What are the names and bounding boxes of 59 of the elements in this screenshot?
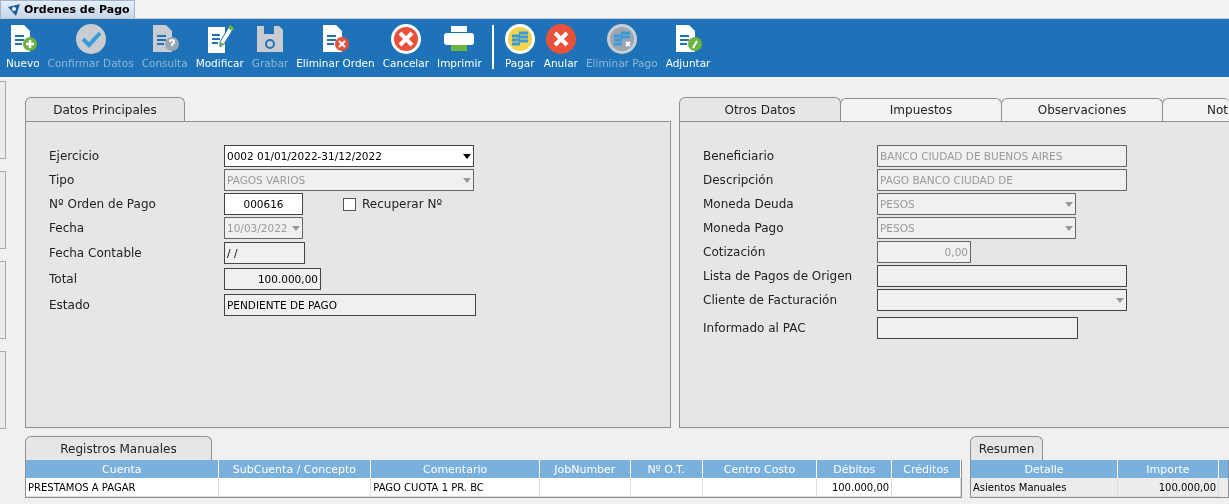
toolbar-button[interactable]: Modificar <box>191 19 248 69</box>
toolbar-button[interactable]: Cancelar <box>378 19 434 69</box>
document-tab[interactable]: Ordenes de Pago <box>0 0 135 18</box>
dropdown-arrow-icon <box>1116 297 1124 303</box>
field-label: Nº Orden de Pago <box>49 197 157 211</box>
panel-tab[interactable]: Otros Datos <box>679 97 841 121</box>
document-tab-title: Ordenes de Pago <box>24 3 130 16</box>
app-logo-icon <box>7 2 21 17</box>
field-label: Fecha <box>49 221 86 235</box>
dropdown-arrow-icon <box>463 177 471 183</box>
close-icon <box>389 23 422 55</box>
field-label: Moneda Deuda <box>703 197 795 211</box>
field-label: Informado al PAC <box>703 321 807 335</box>
panel-tab[interactable]: Datos Principales <box>25 97 185 121</box>
input-field[interactable]: PENDIENTE DE PAGO <box>224 294 476 316</box>
dropdown[interactable]: 0002 01/01/2022-31/12/2022 <box>224 145 474 167</box>
input-field[interactable] <box>877 265 1127 287</box>
toolbar-button[interactable]: Nuevo <box>2 19 44 69</box>
input-field[interactable] <box>877 317 1078 339</box>
table-cell: 100.000,00 <box>1118 478 1219 497</box>
table-cell: PRESTAMOS A PAGAR <box>26 478 219 497</box>
field-label: Tipo <box>49 173 76 187</box>
field-label: Ejercicio <box>49 149 101 163</box>
coins-delete-icon <box>605 23 638 55</box>
table-cell: PAGO CUOTA 1 PR. BC <box>371 478 540 497</box>
toolbar-button[interactable]: Anular <box>539 19 582 69</box>
toolbar-button[interactable]: Eliminar Orden <box>292 19 379 69</box>
table-tab[interactable]: Resumen <box>970 436 1043 460</box>
table-cell <box>892 478 961 497</box>
checkbox-label: Recuperar Nº <box>362 197 443 211</box>
field-label: Lista de Pagos de Origen <box>703 269 854 283</box>
field-label: Estado <box>49 298 91 312</box>
table-cell: 100.000,00 <box>817 478 893 497</box>
input-field[interactable]: 100.000,00 <box>224 268 321 290</box>
field-label: Cotización <box>703 245 767 259</box>
checkbox[interactable]: Recuperar Nº <box>343 197 443 211</box>
field-label: Fecha Contable <box>49 246 143 260</box>
close-icon <box>544 23 577 55</box>
dropdown[interactable] <box>877 289 1127 311</box>
coins-icon <box>503 23 536 55</box>
input-field[interactable]: / / <box>224 242 305 264</box>
save-icon <box>254 23 286 55</box>
field-label: Cliente de Facturación <box>703 293 838 307</box>
dropdown-arrow-icon <box>1065 201 1073 207</box>
field-label: Moneda Pago <box>703 221 785 235</box>
field-label: Beneficiario <box>703 149 776 163</box>
toolbar-button[interactable]: Adjuntar <box>661 19 715 69</box>
input-field[interactable]: 000616 <box>224 193 303 215</box>
checkbox-box[interactable] <box>343 197 356 211</box>
dropdown-arrow-icon <box>463 153 471 159</box>
checkmark-icon <box>74 23 107 55</box>
field-label: Descripción <box>703 173 775 187</box>
dropdown-arrow-icon <box>292 225 300 231</box>
table-tab[interactable]: Registros Manuales <box>25 436 212 460</box>
field-label: Total <box>49 272 79 286</box>
toolbar-button[interactable]: Pagar <box>499 19 540 69</box>
dropdown-arrow-icon <box>1065 225 1073 231</box>
table-cell: Asientos Manuales <box>971 478 1118 497</box>
toolbar-button[interactable]: Imprimir <box>433 19 486 69</box>
